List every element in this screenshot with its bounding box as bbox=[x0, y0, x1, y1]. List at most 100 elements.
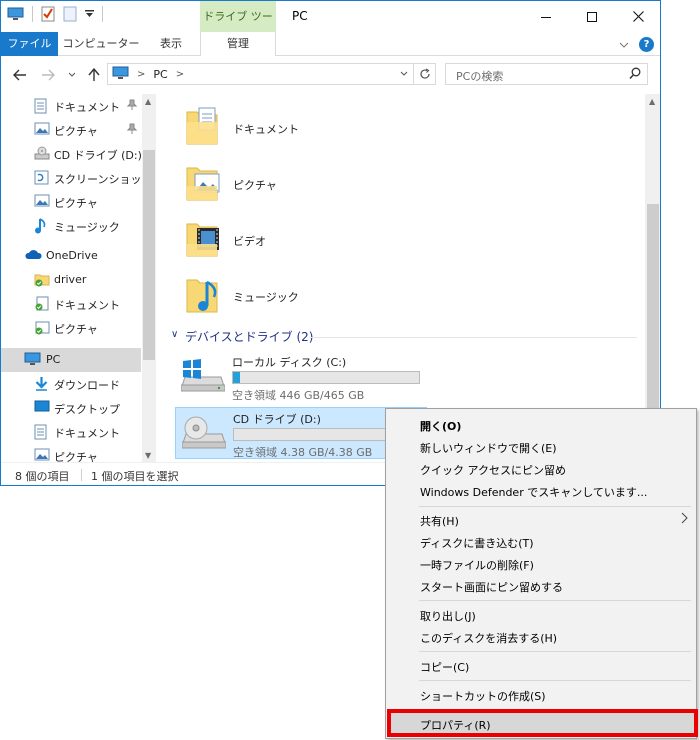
drive-usage-fill bbox=[233, 372, 240, 383]
nav-item-cd-drive[interactable]: CD ドライブ (D:) bbox=[1, 142, 142, 166]
folder-videos[interactable]: ビデオ bbox=[185, 216, 385, 266]
nav-item-pc-documents[interactable]: ドキュメント bbox=[1, 420, 141, 444]
address-dropdown-icon[interactable] bbox=[399, 68, 409, 83]
recent-locations-button[interactable] bbox=[63, 66, 81, 84]
menu-item-label: ショートカットの作成(S) bbox=[420, 690, 546, 703]
cd-drive-icon bbox=[181, 416, 227, 453]
nav-pane-scrollbar[interactable]: ▲ ▼ bbox=[142, 94, 156, 462]
menu-item-label: プロパティ(R) bbox=[420, 719, 491, 732]
close-button[interactable] bbox=[615, 1, 660, 32]
nav-item-label: OneDrive bbox=[46, 249, 98, 262]
tab-manage[interactable]: 管理 bbox=[200, 32, 276, 57]
scroll-down-icon[interactable]: ▼ bbox=[145, 451, 151, 460]
search-input[interactable]: PCの検索 bbox=[456, 68, 503, 84]
drive-free-space: 空き領域 4.38 GB/4.38 GB bbox=[233, 446, 373, 459]
submenu-arrow-icon bbox=[681, 512, 688, 527]
chevron-down-icon bbox=[68, 72, 76, 77]
maximize-button[interactable] bbox=[569, 1, 615, 32]
menu-item-copy[interactable]: コピー(C) bbox=[388, 655, 694, 677]
document-icon bbox=[34, 424, 47, 443]
nav-item-documents-quick[interactable]: ドキュメント bbox=[1, 94, 141, 118]
scrollbar-thumb[interactable] bbox=[143, 150, 155, 360]
menu-separator bbox=[419, 506, 691, 507]
menu-item-defender-scan[interactable]: Windows Defender でスキャンしています... bbox=[388, 480, 694, 502]
nav-item-music[interactable]: ミュージック bbox=[1, 214, 141, 238]
nav-item-onedrive-pictures[interactable]: ピクチャ bbox=[1, 316, 141, 340]
drive-tile-local-disk-c[interactable]: ローカル ディスク (C:) 空き領域 446 GB/465 GB bbox=[175, 351, 427, 403]
menu-item-pin-start[interactable]: スタート画面にピン留めする bbox=[388, 575, 694, 597]
menu-item-create-shortcut[interactable]: ショートカットの作成(S) bbox=[388, 684, 694, 706]
folder-music[interactable]: ミュージック bbox=[185, 272, 385, 322]
nav-item-screenshots[interactable]: スクリーンショット bbox=[1, 166, 152, 190]
tab-computer[interactable]: コンピューター bbox=[59, 32, 143, 56]
menu-item-open-new-window[interactable]: 新しいウィンドウで開く(E) bbox=[388, 436, 694, 458]
breadcrumb-chevron-icon[interactable]: > bbox=[176, 69, 184, 80]
menu-item-burn-to-disc[interactable]: ディスクに書き込む(T) bbox=[388, 531, 694, 553]
nav-item-pc-pictures[interactable]: ピクチャ bbox=[1, 444, 141, 462]
properties-icon[interactable] bbox=[41, 6, 55, 22]
menu-item-delete-temp-files[interactable]: 一時ファイルの削除(F) bbox=[388, 553, 694, 575]
nav-item-downloads[interactable]: ダウンロード bbox=[1, 372, 141, 396]
customize-dropdown-icon[interactable] bbox=[85, 9, 94, 19]
picture-icon bbox=[34, 194, 50, 210]
menu-item-label: ディスクに書き込む(T) bbox=[420, 537, 534, 550]
tab-file[interactable]: ファイル bbox=[1, 32, 58, 56]
music-folder-icon bbox=[185, 272, 221, 319]
nav-item-onedrive-documents[interactable]: ドキュメント bbox=[1, 292, 141, 316]
scroll-up-icon[interactable]: ▲ bbox=[649, 97, 655, 106]
breadcrumb-pc[interactable]: PC bbox=[153, 68, 167, 81]
drive-name: CD ドライブ (D:) bbox=[233, 413, 321, 426]
menu-item-properties[interactable]: プロパティ(R) bbox=[388, 713, 694, 735]
pc-icon[interactable] bbox=[7, 7, 24, 21]
nav-item-desktop[interactable]: デスクトップ bbox=[1, 396, 141, 420]
address-bar[interactable]: > PC > bbox=[107, 63, 414, 85]
folder-pictures[interactable]: ピクチャ bbox=[185, 160, 385, 210]
menu-item-eject[interactable]: 取り出し(J) bbox=[388, 604, 694, 626]
search-icon[interactable] bbox=[629, 67, 641, 83]
nav-item-label: ミュージック bbox=[54, 221, 120, 234]
maximize-icon bbox=[587, 11, 597, 22]
folder-documents[interactable]: ドキュメント bbox=[185, 104, 385, 154]
menu-item-open[interactable]: 開く(O) bbox=[388, 414, 694, 436]
pin-icon[interactable] bbox=[126, 123, 138, 138]
nav-item-pictures-quick[interactable]: ピクチャ bbox=[1, 118, 141, 142]
menu-item-share[interactable]: 共有(H) bbox=[388, 509, 694, 531]
help-icon[interactable]: ? bbox=[639, 37, 654, 52]
scroll-up-icon[interactable]: ▲ bbox=[145, 97, 151, 106]
pc-icon bbox=[24, 352, 41, 369]
breadcrumb-chevron-icon[interactable]: > bbox=[137, 69, 145, 80]
nav-item-onedrive[interactable]: OneDrive bbox=[1, 244, 141, 268]
devices-and-drives-header[interactable]: ∨ デバイスとドライブ (2) bbox=[171, 328, 637, 346]
nav-item-label: CD ドライブ (D:) bbox=[54, 149, 142, 162]
drive-name: ローカル ディスク (C:) bbox=[232, 356, 347, 369]
search-box[interactable]: PCの検索 bbox=[445, 63, 648, 85]
minimize-button[interactable] bbox=[523, 1, 569, 32]
content-scrollbar[interactable]: ▲ bbox=[645, 94, 660, 462]
item-count: 8 個の項目 bbox=[15, 470, 70, 483]
collapse-chevron-icon[interactable]: ∨ bbox=[171, 329, 178, 340]
nav-item-label: ピクチャ bbox=[54, 197, 98, 210]
nav-item-label: スクリーンショット bbox=[54, 173, 153, 186]
up-button[interactable] bbox=[85, 66, 103, 84]
picture-icon bbox=[34, 448, 50, 462]
drive-usage-bar bbox=[232, 371, 420, 384]
pin-icon[interactable] bbox=[126, 99, 138, 114]
videos-folder-icon bbox=[185, 216, 221, 263]
folder-label: ピクチャ bbox=[233, 179, 277, 192]
toolbar-separator bbox=[102, 6, 103, 22]
ribbon-tab-bar: ファイル コンピューター 表示 管理 bbox=[1, 32, 660, 57]
back-button[interactable] bbox=[11, 66, 29, 84]
tab-view[interactable]: 表示 bbox=[145, 32, 197, 56]
picture-icon bbox=[34, 122, 50, 138]
nav-item-pictures[interactable]: ピクチャ bbox=[1, 190, 141, 214]
nav-item-pc[interactable]: PC bbox=[1, 348, 141, 372]
menu-item-erase-disc[interactable]: このディスクを消去する(H) bbox=[388, 626, 694, 648]
menu-item-pin-quick-access[interactable]: クイック アクセスにピン留め bbox=[388, 458, 694, 480]
new-folder-icon[interactable] bbox=[63, 6, 77, 22]
nav-item-label: ピクチャ bbox=[54, 125, 98, 138]
expand-ribbon-icon[interactable] bbox=[619, 38, 629, 52]
forward-button[interactable] bbox=[39, 66, 57, 84]
refresh-button[interactable] bbox=[414, 63, 436, 85]
menu-item-label: 開く(O) bbox=[420, 420, 462, 433]
nav-item-driver[interactable]: driver bbox=[1, 268, 141, 292]
